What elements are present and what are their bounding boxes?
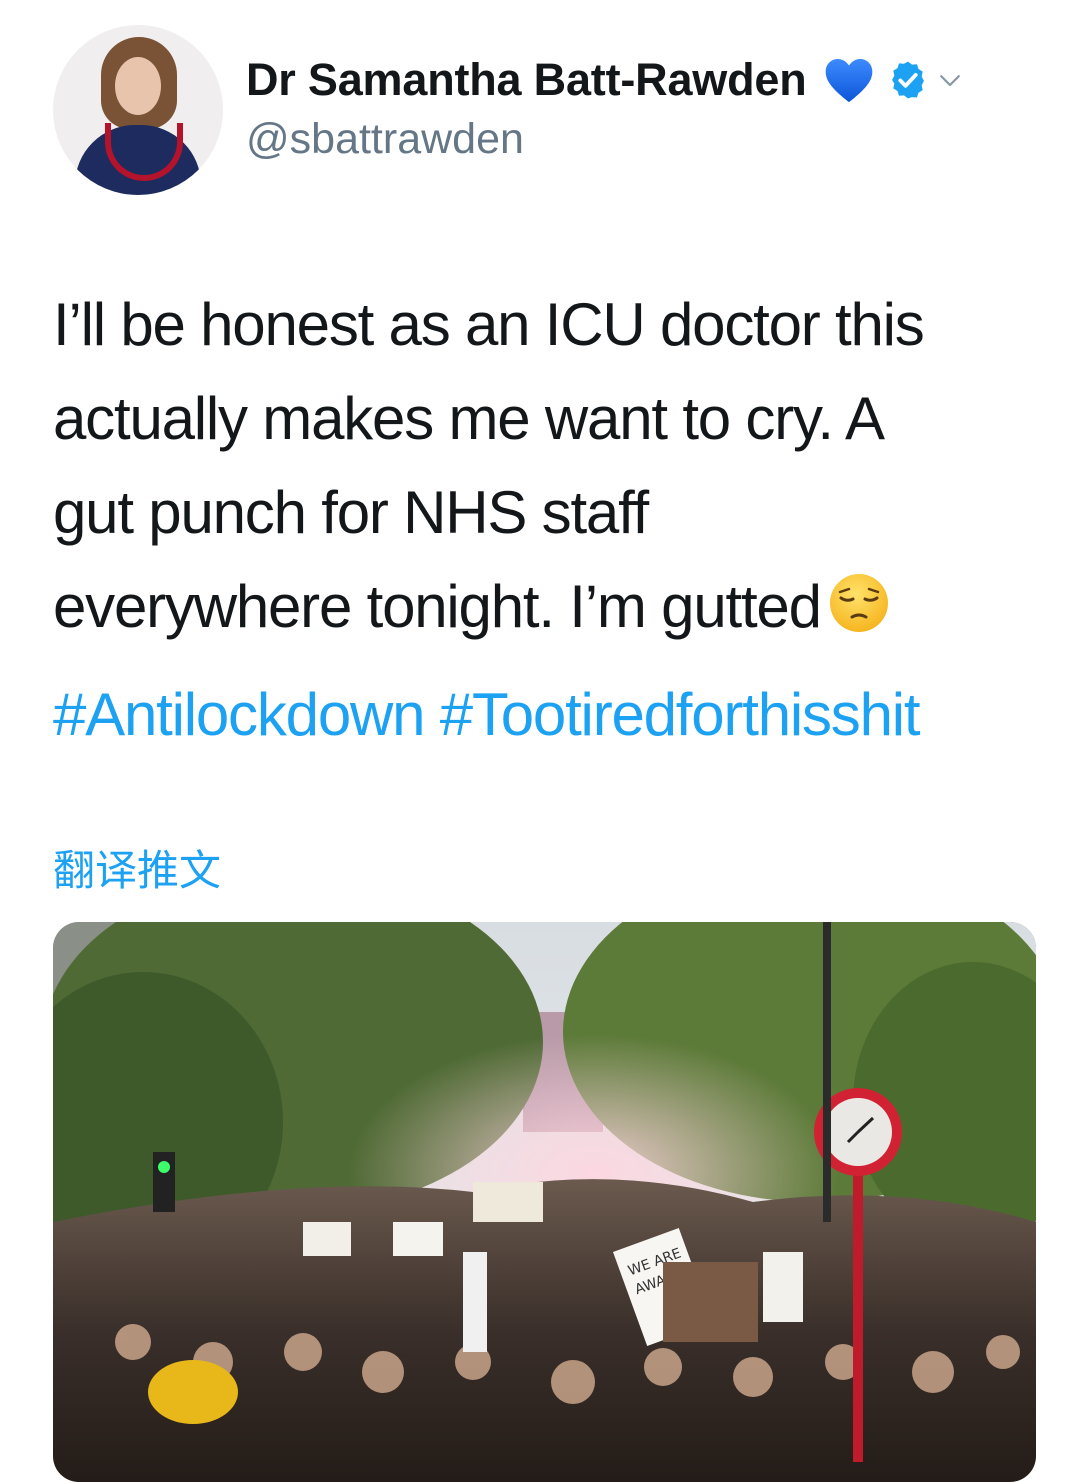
tweet-line: actually makes me want to cry. A	[53, 385, 885, 452]
pensive-face-icon	[829, 574, 888, 632]
avatar[interactable]	[53, 25, 223, 195]
chevron-down-icon[interactable]	[935, 65, 965, 95]
author-name[interactable]: Dr Samantha Batt-Rawden	[246, 54, 807, 106]
tweet-line: I’ll be honest as an ICU doctor this	[53, 291, 925, 358]
hashtag-link[interactable]: #Tootiredforthisshit	[440, 681, 921, 748]
blue-heart-icon	[825, 59, 872, 103]
tweet-media-photo[interactable]: WE ARE AWARE	[53, 922, 1036, 1482]
tweet-line-last: everywhere tonight. I’m gutted	[53, 560, 1043, 654]
tweet-line: gut punch for NHS staff	[53, 479, 649, 546]
tweet-text: I’ll be honest as an ICU doctor this act…	[53, 278, 1043, 654]
verified-badge-icon	[891, 61, 924, 99]
protest-crowd-photo: WE ARE AWARE	[53, 922, 1036, 1482]
hashtag-link[interactable]: #Antilockdown	[53, 681, 425, 748]
translate-tweet-link[interactable]: 翻译推文	[53, 837, 221, 898]
author-handle[interactable]: @sbattrawden	[246, 115, 524, 164]
tweet-line: everywhere tonight. I’m gutted	[53, 573, 822, 640]
author-name-row: Dr Samantha Batt-Rawden	[246, 52, 965, 108]
avatar-face	[115, 57, 161, 115]
tweet-header: Dr Samantha Batt-Rawden @sbattrawden	[0, 0, 1079, 230]
hashtags: #Antilockdown #Tootiredforthisshit	[53, 680, 921, 749]
